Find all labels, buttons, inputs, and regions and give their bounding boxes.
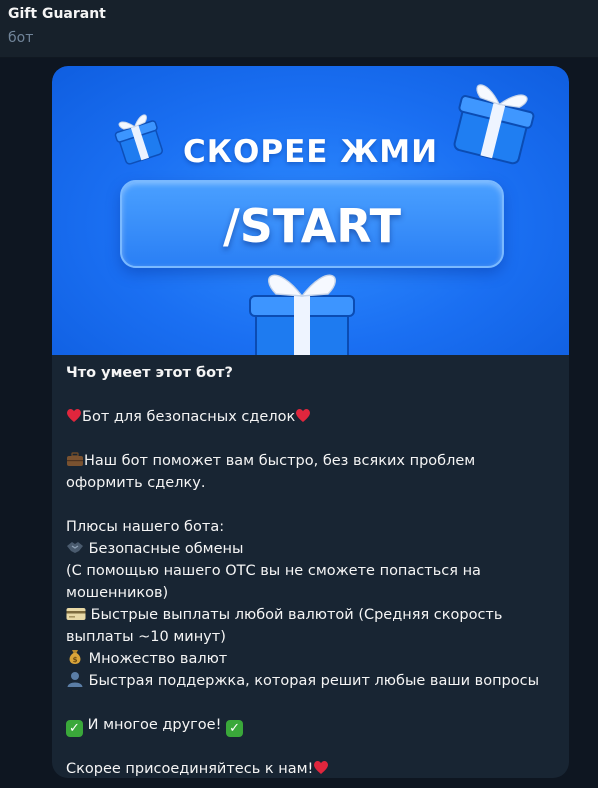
svg-text:$: $ (73, 656, 78, 664)
feature-item: Быстрая поддержка, которая решит любые в… (66, 670, 556, 692)
chat-header[interactable]: Gift Guarant бот (0, 0, 598, 58)
briefcase-icon (67, 452, 83, 466)
banner-headline: СКОРЕЕ ЖМИ (182, 134, 439, 170)
check-mark-icon: ✓ (226, 720, 244, 737)
feature-item: мошенников) (66, 585, 169, 601)
heart-icon (314, 760, 329, 774)
message-caption: Что умеет этот бот? Бот для безопасных с… (66, 362, 556, 778)
chat-title: Gift Guarant (8, 6, 106, 22)
feature-item: выплаты ~10 минут) (66, 629, 226, 645)
check-mark-icon: ✓ (66, 720, 83, 737)
feature-item: Безопасные обмены (66, 538, 556, 560)
pluses-title: Плюсы нашего бота: (66, 519, 225, 535)
credit-card-icon (66, 608, 86, 620)
heart-icon (67, 408, 81, 422)
feature-item: $ Множество валют (66, 648, 556, 670)
bot-description-message: СКОРЕЕ ЖМИ /START Что умеет этот бот? Бо… (52, 66, 569, 778)
tagline-line: Бот для безопасных сделок (66, 406, 556, 428)
start-button[interactable]: /START (120, 180, 504, 268)
cta-line: Скорее присоединяйтесь к нам! (66, 758, 556, 778)
description-line: Наш бот поможет вам быстро, без всяких п… (66, 450, 556, 472)
start-button-label: /START (222, 199, 402, 253)
tagline-text: Бот для безопасных сделок (82, 409, 296, 425)
feature-item: Быстрые выплаты любой валютой (Средняя с… (66, 604, 556, 626)
user-icon (67, 672, 83, 687)
feature-item: (С помощью нашего ОТС вы не сможете попа… (66, 563, 481, 579)
gift-box-icon (249, 274, 355, 355)
handshake-icon (67, 542, 83, 553)
more-line: ✓ И многое другое! ✓ (66, 714, 556, 737)
chat-window: Gift Guarant бот СКОРЕЕ ЖМИ /START Что у… (0, 0, 598, 788)
description-line: оформить сделку. (66, 475, 206, 491)
intro-title: Что умеет этот бот? (66, 365, 233, 381)
banner-image: СКОРЕЕ ЖМИ /START (52, 66, 569, 355)
heart-icon (296, 408, 311, 422)
chat-subtitle: бот (8, 30, 34, 46)
money-bag-icon: $ (69, 650, 81, 664)
